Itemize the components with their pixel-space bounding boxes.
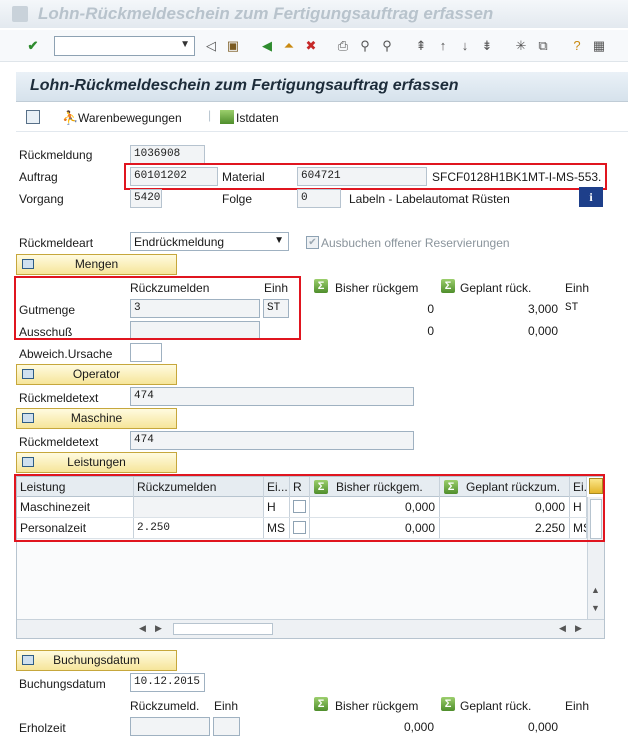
last-page-icon[interactable]: ⇟ <box>478 37 496 55</box>
erholzeit-bisher: 0,000 <box>403 720 434 734</box>
rueckmeldung-field: 1036908 <box>130 145 205 164</box>
actual-data-icon <box>220 110 234 124</box>
collapse-arrow-icon[interactable]: ◁ <box>202 37 220 55</box>
buchung-col-geplant: Geplant rück. <box>460 699 532 713</box>
save-icon[interactable]: ▣ <box>224 37 242 55</box>
ausbuchen-checkbox[interactable]: ✔ <box>306 236 319 249</box>
section-operator-button[interactable]: Operator <box>16 364 177 385</box>
first-page-icon[interactable]: ⇞ <box>412 37 430 55</box>
folge-field: 0 <box>297 189 341 208</box>
table-empty-area <box>17 539 587 619</box>
ausbuchen-label: Ausbuchen offener Reservierungen <box>321 236 510 250</box>
folder-icon <box>22 457 34 467</box>
person-icon: ⛹ <box>62 110 79 125</box>
vorgang-field: 5420 <box>130 189 162 208</box>
folder-icon <box>22 413 34 423</box>
buchungsdatum-label: Buchungsdatum <box>19 677 106 691</box>
next-page-icon[interactable]: ↓ <box>456 37 474 55</box>
maschine-text-label: Rückmeldetext <box>19 435 99 449</box>
gutmenge-geplant: 3,000 <box>527 302 558 316</box>
enter-check-icon[interactable]: ✔ <box>24 37 42 55</box>
scroll-right-icon[interactable]: ▶ <box>575 623 582 634</box>
info-icon[interactable]: i <box>579 187 603 207</box>
highlight-leistungen <box>14 474 605 542</box>
abweich-label: Abweich.Ursache <box>19 347 113 361</box>
auftrag-label: Auftrag <box>19 170 58 184</box>
new-session-icon[interactable]: ✳ <box>512 37 530 55</box>
sum-icon: Σ <box>314 697 328 711</box>
scroll-right-icon[interactable]: ▶ <box>155 623 162 634</box>
cancel-icon[interactable]: ✖ <box>302 37 320 55</box>
overview-icon[interactable] <box>26 110 40 124</box>
layout-menu-icon[interactable]: ▦ <box>590 37 608 55</box>
scroll-left-icon[interactable]: ◀ <box>559 623 566 634</box>
rueckmeldeart-label: Rückmeldeart <box>19 236 94 250</box>
erholzeit-label: Erholzeit <box>19 721 66 735</box>
previous-page-icon[interactable]: ↑ <box>434 37 452 55</box>
find-next-icon[interactable]: ⚲ <box>378 37 396 55</box>
mengen-col-einh2: Einh <box>565 281 590 295</box>
sum-icon: Σ <box>441 697 455 711</box>
buchung-col-einh: Einh <box>214 699 239 713</box>
print-icon[interactable]: ⎙ <box>334 37 352 55</box>
erholzeit-input[interactable] <box>130 717 210 736</box>
abweich-input[interactable] <box>130 343 162 362</box>
page-title: Lohn-Rückmeldeschein zum Fertigungsauftr… <box>30 77 459 94</box>
window-title: Lohn-Rückmeldeschein zum Fertigungsauftr… <box>38 4 494 23</box>
buchung-col-rueck: Rückzumeld. <box>130 699 200 713</box>
maschine-text-input[interactable]: 474 <box>130 431 414 450</box>
mengen-col-geplant: Geplant rück. <box>460 281 532 295</box>
buchungsdatum-input[interactable]: 10.12.2015 <box>130 673 205 692</box>
folder-icon <box>22 369 34 379</box>
mengen-col-bisher: Bisher rückgem <box>335 281 419 295</box>
operator-text-label: Rückmeldetext <box>19 391 99 405</box>
highlight-mengen <box>14 276 301 340</box>
rueckmeldung-label: Rückmeldung <box>19 148 93 162</box>
gutmenge-unit2: ST <box>565 302 579 314</box>
sum-icon: Σ <box>441 279 455 293</box>
folder-icon <box>22 259 34 269</box>
section-maschine-button[interactable]: Maschine <box>16 408 177 429</box>
folder-icon <box>22 655 34 665</box>
toolbar-divider: | <box>208 108 212 122</box>
command-field[interactable]: ▼ <box>54 36 195 56</box>
find-icon[interactable]: ⚲ <box>356 37 374 55</box>
exit-icon[interactable]: ⏶ <box>280 37 298 55</box>
scroll-left-icon[interactable]: ◀ <box>139 623 146 634</box>
application-toolbar: ⛹ Warenbewegungen | Istdaten <box>16 104 628 132</box>
warenbewegungen-button[interactable]: Warenbewegungen <box>78 111 182 125</box>
erholzeit-unit-input[interactable] <box>213 717 240 736</box>
section-leistungen-button[interactable]: Leistungen <box>16 452 177 473</box>
folge-label: Folge <box>222 192 253 206</box>
help-icon[interactable]: ? <box>568 37 586 55</box>
vorgang-description: Labeln - Labelautomat Rüsten <box>349 192 510 206</box>
ausschuss-bisher: 0 <box>427 324 434 338</box>
highlight-auftrag-material <box>124 163 607 190</box>
erholzeit-geplant: 0,000 <box>527 720 558 734</box>
buchung-col-einh2: Einh <box>565 699 590 713</box>
shortcut-icon[interactable]: ⧉ <box>534 37 552 55</box>
rueckmeldeart-select[interactable]: Endrückmeldung ▼ <box>130 232 289 251</box>
gutmenge-bisher: 0 <box>427 302 434 316</box>
scroll-down-icon[interactable]: ▼ <box>591 603 600 613</box>
ausschuss-geplant: 0,000 <box>527 324 558 338</box>
vorgang-label: Vorgang <box>19 192 64 206</box>
sap-logo-icon <box>12 6 28 22</box>
buchung-col-bisher: Bisher rückgem <box>335 699 419 713</box>
back-icon[interactable]: ◀ <box>258 37 276 55</box>
window-titlebar: Lohn-Rückmeldeschein zum Fertigungsauftr… <box>0 0 628 28</box>
section-mengen-button[interactable]: Mengen <box>16 254 177 275</box>
section-buchungsdatum-button[interactable]: Buchungsdatum <box>16 650 177 671</box>
scroll-up-icon[interactable]: ▲ <box>591 585 600 595</box>
system-toolbar: ✔ ▼ ◁ ▣ ◀ ⏶ ✖ ⎙ ⚲ ⚲ ⇞ ↑ ↓ ⇟ ✳ ⧉ ? ▦ <box>0 30 628 62</box>
app-title-bar: Lohn-Rückmeldeschein zum Fertigungsauftr… <box>16 72 628 102</box>
chevron-down-icon[interactable]: ▼ <box>180 39 190 50</box>
istdaten-button[interactable]: Istdaten <box>236 111 279 125</box>
chevron-down-icon[interactable]: ▼ <box>274 235 284 246</box>
horizontal-scrollbar[interactable]: ◀ ▶ ◀ ▶ <box>17 619 604 638</box>
operator-text-input[interactable]: 474 <box>130 387 414 406</box>
sum-icon: Σ <box>314 279 328 293</box>
scrollbar-thumb[interactable] <box>173 623 273 635</box>
